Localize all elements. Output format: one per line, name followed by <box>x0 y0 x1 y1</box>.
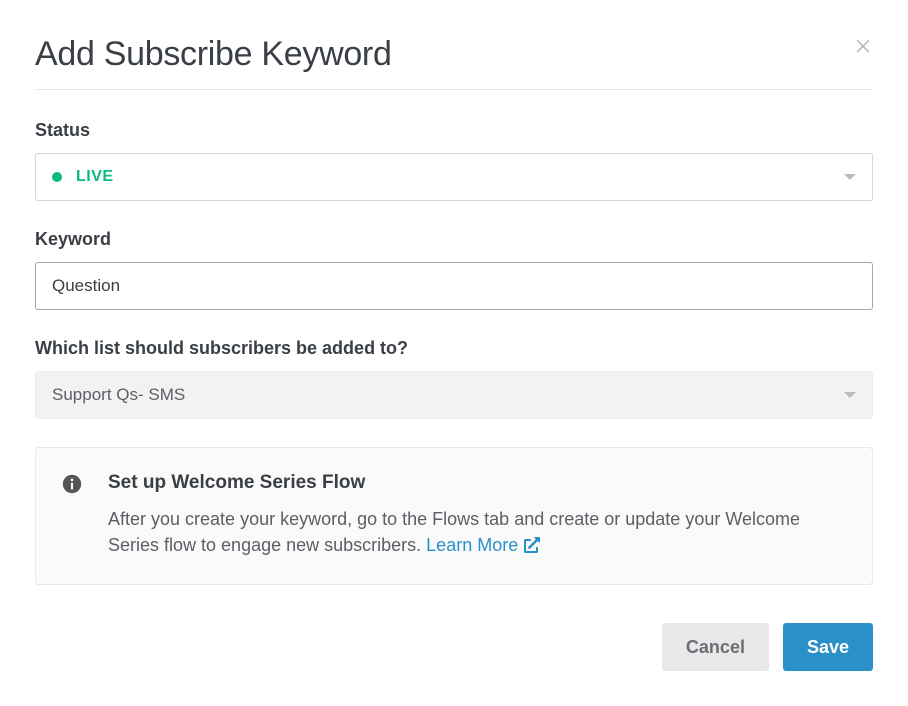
learn-more-link[interactable]: Learn More <box>426 532 540 558</box>
info-title: Set up Welcome Series Flow <box>108 472 846 494</box>
modal-header: Add Subscribe Keyword <box>35 35 873 90</box>
list-label: Which list should subscribers be added t… <box>35 338 873 359</box>
keyword-field-group: Keyword <box>35 229 873 310</box>
keyword-label: Keyword <box>35 229 873 250</box>
close-button[interactable] <box>853 35 873 55</box>
chevron-down-icon <box>844 392 856 398</box>
info-panel: Set up Welcome Series Flow After you cre… <box>35 447 873 585</box>
modal-title: Add Subscribe Keyword <box>35 35 392 74</box>
status-select[interactable]: LIVE <box>35 153 873 201</box>
status-select-value: LIVE <box>52 168 114 186</box>
status-dot-icon <box>52 172 62 182</box>
chevron-down-icon <box>844 174 856 180</box>
modal-footer: Cancel Save <box>35 623 873 671</box>
status-text: LIVE <box>76 168 114 186</box>
external-link-icon <box>524 537 540 553</box>
save-button[interactable]: Save <box>783 623 873 671</box>
list-select-value: Support Qs- SMS <box>52 385 185 405</box>
cancel-button[interactable]: Cancel <box>662 623 769 671</box>
learn-more-text: Learn More <box>426 532 518 558</box>
info-description: After you create your keyword, go to the… <box>108 506 846 558</box>
keyword-input[interactable] <box>35 262 873 310</box>
status-label: Status <box>35 120 873 141</box>
info-content: Set up Welcome Series Flow After you cre… <box>108 472 846 558</box>
status-field-group: Status LIVE <box>35 120 873 201</box>
list-select[interactable]: Support Qs- SMS <box>35 371 873 419</box>
close-icon <box>853 35 873 55</box>
info-icon <box>62 474 82 499</box>
list-field-group: Which list should subscribers be added t… <box>35 338 873 419</box>
